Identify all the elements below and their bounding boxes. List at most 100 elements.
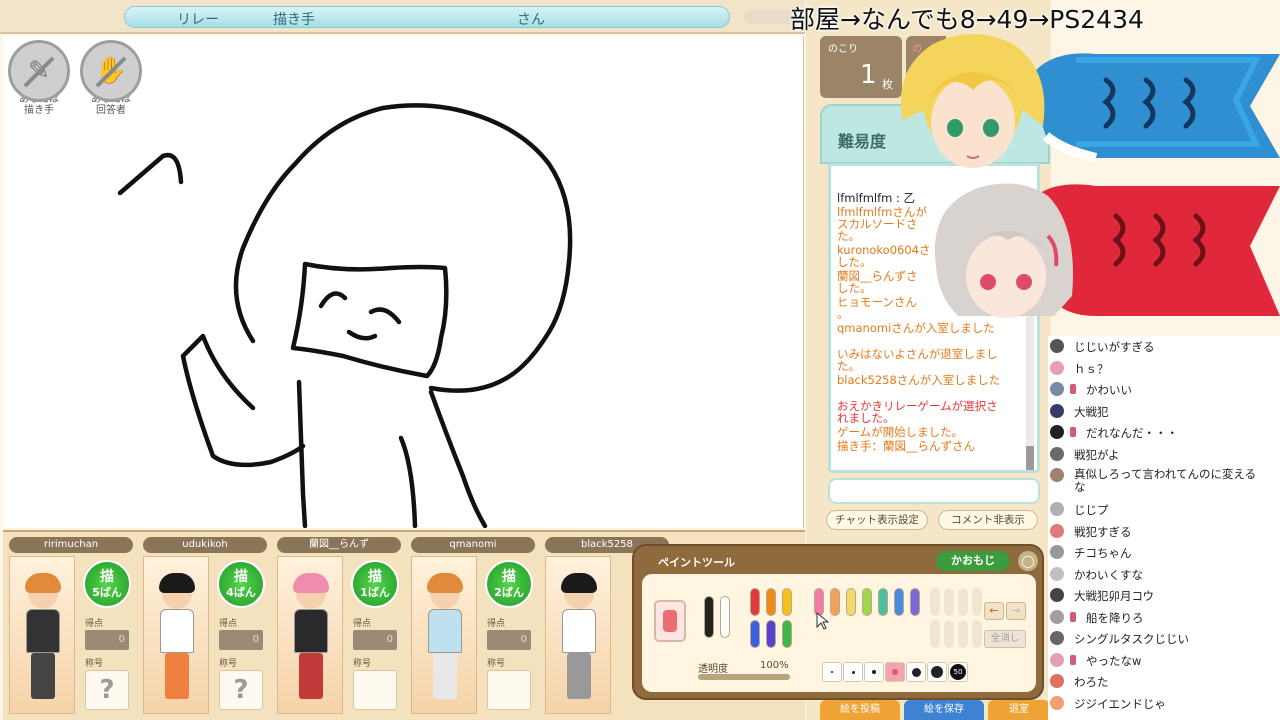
pen-color-swatch[interactable] (766, 588, 776, 616)
redo-button[interactable]: → (1006, 602, 1026, 620)
viewer-comment: 戦犯すぎる (1048, 521, 1280, 543)
comment-text: かわいい (1086, 383, 1132, 397)
viewer-comment-list[interactable]: じじいがすぎる ｈｓ？ かわいい 大戦犯 だれなんだ・・・ 戦犯がよ 真似しろって言われてん… (1048, 336, 1280, 720)
draw-order-rank: 1ばん (360, 586, 390, 599)
member-badge-icon (1070, 654, 1076, 665)
stroke-body-right (428, 389, 488, 528)
draw-order-rank: 4ばん (226, 586, 256, 599)
brush-size-option[interactable] (927, 662, 947, 682)
answerer-role-badge: ✋ あなたは 回答者 (79, 40, 143, 120)
chat-scroll-thumb[interactable] (1026, 446, 1034, 470)
score-label: 得点 (85, 619, 104, 629)
avatar-hair (561, 573, 597, 593)
avatar (290, 573, 332, 705)
avatar-legs (299, 653, 323, 699)
player-card[interactable]: 蘭図__らんず描 1ばん 得点 0 称号 (275, 536, 403, 718)
comment-text: かわいくすな (1074, 567, 1143, 582)
brush-size-option[interactable] (843, 662, 863, 682)
paint-tool-body: 透明度 100% 50 ← → 全消し (642, 574, 1036, 692)
comment-text: チコちゃん (1074, 546, 1132, 560)
avatar (1050, 631, 1064, 645)
paint-tool-title: ペイントツール (658, 556, 735, 569)
pen-color-swatch[interactable] (750, 588, 760, 616)
comment-text: じじプ (1074, 503, 1109, 517)
brush-size-option[interactable] (885, 662, 905, 682)
exit-room-button[interactable]: 退室 (988, 700, 1050, 720)
player-avatar-frame (9, 556, 75, 714)
game-header: リレー 描き手 さん (0, 0, 805, 34)
brush-size-option[interactable] (864, 662, 884, 682)
pen-color-swatch[interactable] (830, 588, 840, 616)
paint-tool-header: ペイントツール かおもじ ◯ (644, 550, 1038, 572)
comment-text: ジジイエンドじゃ (1074, 696, 1166, 711)
brush-size-option[interactable] (822, 662, 842, 682)
score-value: 0 (353, 630, 397, 650)
score-value: 0 (487, 630, 531, 650)
player-title-badge (487, 670, 531, 710)
viewer-comment: 大戦犯卯月コウ (1048, 585, 1280, 607)
avatar (1050, 468, 1064, 482)
hide-comments-button[interactable]: コメント非表示 (938, 510, 1038, 530)
avatar-legs (165, 653, 189, 699)
title-label: 称号 (487, 659, 506, 669)
avatar (1050, 674, 1064, 688)
pen-color-swatch[interactable] (846, 588, 856, 616)
chat-input[interactable] (828, 478, 1040, 504)
brush-size-option[interactable] (906, 662, 926, 682)
pen-color-swatch[interactable] (862, 588, 872, 616)
pen-color-swatch[interactable] (910, 588, 920, 616)
pen-color-swatch[interactable] (782, 620, 792, 648)
brush-size-label: 50 (950, 664, 966, 680)
pen-color-swatch[interactable] (704, 596, 714, 638)
clear-all-button[interactable]: 全消し (984, 630, 1026, 648)
drawing-canvas[interactable]: ✎ あなたは 描き手 ✋ あなたは 回答者 (3, 36, 804, 528)
title-label: 称号 (219, 659, 238, 669)
pen-color-swatch[interactable] (720, 596, 730, 638)
brush-size-dot (931, 666, 943, 678)
avatar (1050, 566, 1064, 581)
empty-pen-slot (930, 620, 940, 648)
close-icon[interactable]: ◯ (1018, 551, 1038, 571)
save-drawing-button[interactable]: 絵を保存 (904, 700, 984, 720)
pen-color-swatch[interactable] (894, 588, 904, 616)
draw-order-badge: 描 2ばん (485, 560, 533, 608)
draw-order-badge: 描 4ばん (217, 560, 265, 608)
chat-message: おえかきリレーゲームが選択さ れました。 (837, 399, 998, 425)
viewer-comment: だれなんだ・・・ (1048, 422, 1280, 444)
avatar (1050, 695, 1064, 710)
player-card[interactable]: qmanomi 描 2ばん 得点 0 称号 (409, 536, 537, 718)
undo-button[interactable]: ← (984, 602, 1004, 620)
avatar (1050, 382, 1064, 396)
draw-order-char: 描 (502, 569, 516, 585)
empty-pen-slot (944, 588, 954, 616)
opacity-slider[interactable] (698, 674, 790, 680)
pen-color-swatch[interactable] (782, 588, 792, 616)
avatar (1050, 588, 1064, 602)
pen-color-swatch[interactable] (878, 588, 888, 616)
player-card[interactable]: ririmuchan 描 5ばん 得点 0 称号? (7, 536, 135, 718)
opacity-value: 100% (760, 660, 789, 671)
drawer-role-badge: ✎ あなたは 描き手 (7, 40, 71, 120)
player-name: udukikoh (143, 537, 267, 553)
comment-text: 大戦犯卯月コウ (1074, 589, 1155, 603)
player-card[interactable]: udukikoh 描 4ばん 得点 0 称号? (141, 536, 269, 718)
eraser-tool[interactable] (654, 600, 686, 642)
chat-settings-button[interactable]: チャット表示設定 (826, 510, 928, 530)
app-window: リレー 描き手 さん ✎ あなたは 描き手 (0, 0, 1280, 720)
comment-text: 真似しろって言われてんのに変える な (1074, 467, 1257, 494)
name-suffix: さん (517, 12, 545, 28)
avatar (1050, 360, 1064, 375)
brush-size-dot (892, 669, 898, 675)
pen-color-swatch[interactable] (766, 620, 776, 648)
stream-room-title: 部屋→なんでも8→49→PS2434 (790, 5, 1144, 34)
post-drawing-button[interactable]: 絵を投稿 (820, 700, 900, 720)
draw-order-char: 描 (368, 569, 382, 585)
chat-message: いみはないよさんが退室しまし た。 (837, 347, 998, 373)
draw-order-badge: 描 1ばん (351, 560, 399, 608)
draw-order-rank: 2ばん (494, 586, 524, 599)
avatar (558, 573, 600, 705)
member-badge-icon (1070, 611, 1076, 622)
brush-size-option[interactable]: 50 (948, 662, 968, 682)
kaomoji-button[interactable]: かおもじ (936, 551, 1010, 571)
pen-color-swatch[interactable] (750, 620, 760, 648)
